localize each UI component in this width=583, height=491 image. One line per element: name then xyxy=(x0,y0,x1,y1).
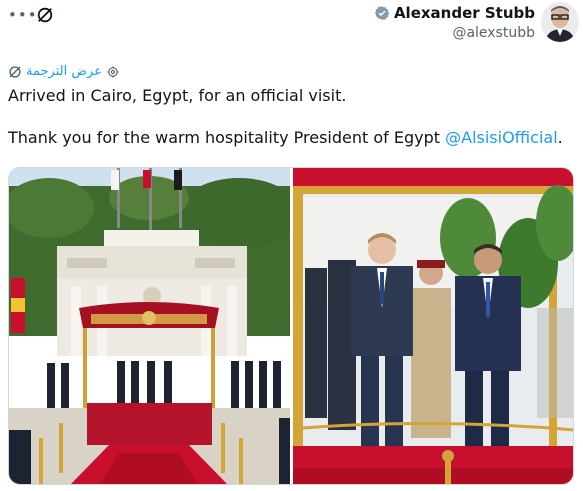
grok-icon[interactable] xyxy=(36,6,54,24)
photo-leaders-red-carpet[interactable] xyxy=(293,168,573,484)
tweet-text: Arrived in Cairo, Egypt, for an official… xyxy=(8,85,573,148)
media-grid xyxy=(8,167,574,485)
author-name-row: Alexander Stubb xyxy=(374,4,535,22)
verified-badge-icon xyxy=(374,6,390,20)
avatar[interactable] xyxy=(541,2,579,42)
translate-label[interactable]: عرض الترجمة xyxy=(26,64,102,79)
tweet-line-2: Thank you for the warm hospitality Presi… xyxy=(8,127,573,148)
tweet-line-2-end: . xyxy=(557,128,563,147)
tweet-line-1: Arrived in Cairo, Egypt, for an official… xyxy=(8,86,347,105)
mention-link[interactable]: @AlsisiOfficial xyxy=(445,128,558,147)
photo-palace-ceremony[interactable] xyxy=(9,168,290,484)
author-handle[interactable]: @alexstubb xyxy=(374,25,535,41)
author-name[interactable]: Alexander Stubb xyxy=(394,4,535,22)
tweet-header: ••• Alexander Stubb @alexstubb xyxy=(0,0,583,50)
author-block[interactable]: Alexander Stubb @alexstubb xyxy=(374,4,535,41)
more-icon[interactable]: ••• xyxy=(8,6,38,24)
translate-globe-icon xyxy=(107,65,119,78)
tweet-line-2-text: Thank you for the warm hospitality Presi… xyxy=(8,128,446,147)
translate-link[interactable]: عرض الترجمة xyxy=(8,64,120,79)
grok-icon[interactable] xyxy=(8,65,22,79)
